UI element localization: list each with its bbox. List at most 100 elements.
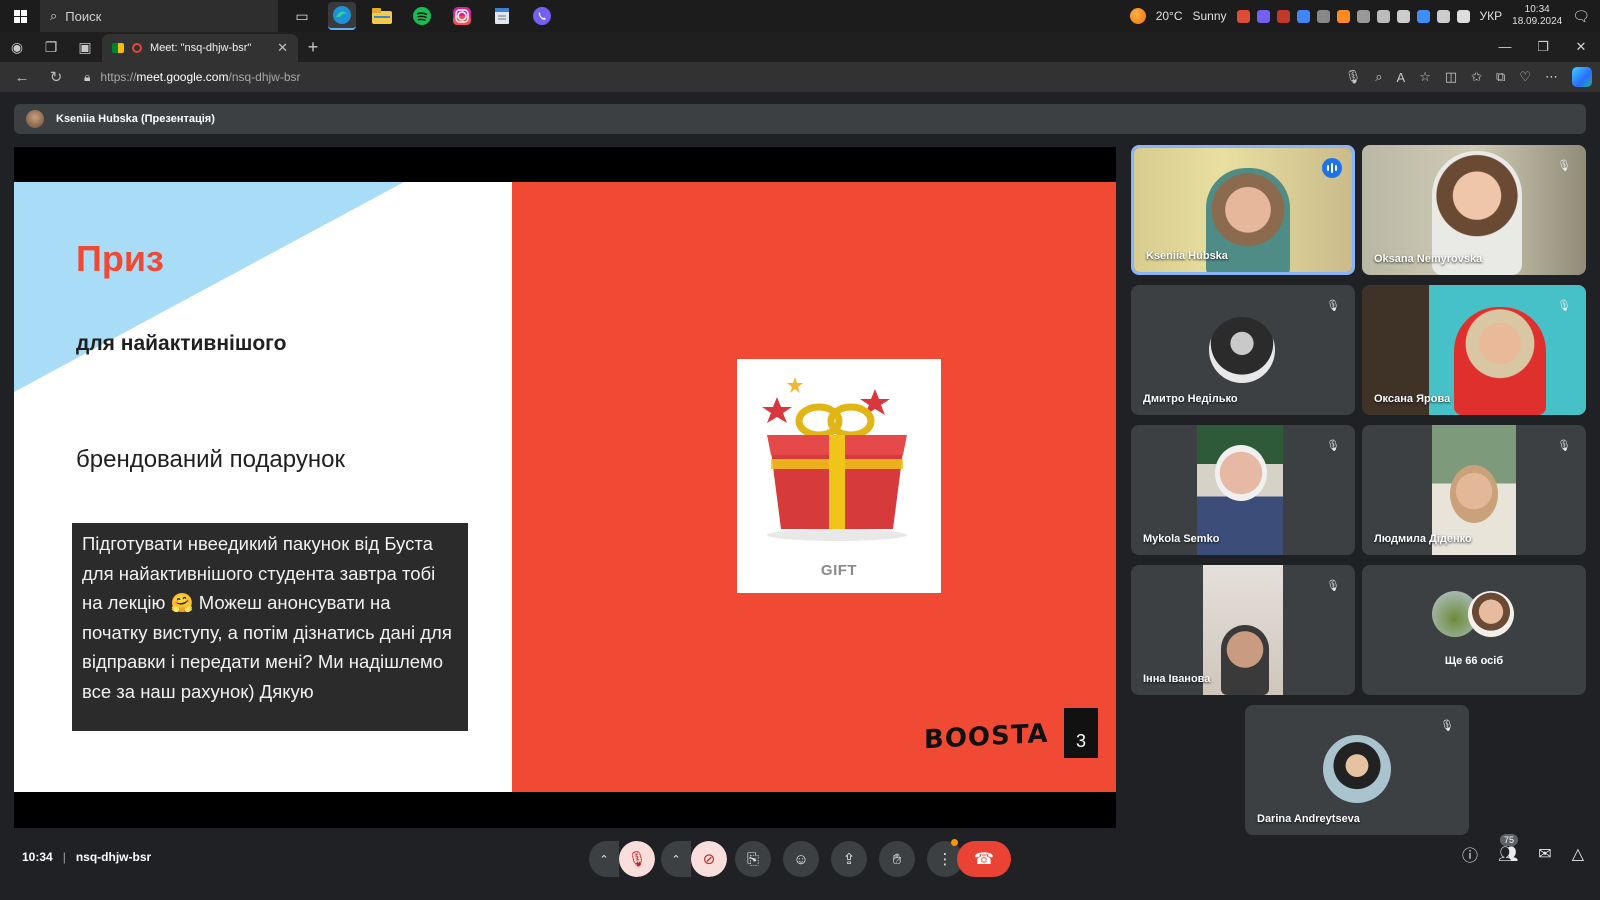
participant-figure bbox=[1221, 625, 1269, 695]
participant-tile[interactable]: 🎙︎ Людмила Діденко bbox=[1362, 425, 1586, 555]
meeting-time: 10:34 bbox=[22, 850, 53, 864]
participant-name: Kseniia Hubska bbox=[1146, 250, 1228, 262]
tray-app-icon[interactable] bbox=[1236, 9, 1250, 23]
weather-icon bbox=[1129, 8, 1146, 24]
emoji-reaction-button[interactable]: ☺ bbox=[783, 841, 819, 877]
notifications-icon[interactable]: 🗨 bbox=[1572, 8, 1590, 25]
weather-condition[interactable]: Sunny bbox=[1193, 9, 1227, 23]
leave-call-button[interactable]: ☎︎ bbox=[957, 841, 1011, 877]
activities-icon[interactable]: △ bbox=[1572, 844, 1584, 864]
presentation-stage[interactable]: Приз для найактивнішого брендований пода… bbox=[14, 147, 1116, 828]
new-tab-button[interactable]: + bbox=[298, 37, 328, 58]
more-participants-tile[interactable]: Ще 66 осіб bbox=[1362, 565, 1586, 695]
participant-tile[interactable]: 🎙︎ Дмитро Неділько bbox=[1131, 285, 1355, 415]
slide-right-panel: GIFT BOOSTA 3 bbox=[512, 182, 1116, 792]
gift-box-icon bbox=[762, 377, 907, 541]
camera-control: ⌃ ⊘ bbox=[661, 841, 727, 877]
present-screen-button[interactable]: ⇪ bbox=[831, 841, 867, 877]
back-icon[interactable]: ← bbox=[8, 64, 36, 90]
recording-indicator-icon bbox=[132, 43, 142, 53]
people-icon: 👥︎ bbox=[1497, 846, 1519, 863]
raise-hand-button[interactable]: ✋︎ bbox=[879, 841, 915, 877]
tray-chrome-icon[interactable] bbox=[1296, 9, 1310, 23]
audio-settings-caret-icon[interactable]: ⌃ bbox=[589, 841, 619, 877]
language-indicator[interactable]: УКР bbox=[1480, 9, 1503, 23]
tray-viber-icon[interactable] bbox=[1256, 9, 1270, 23]
captions-button[interactable]: ⎘ bbox=[735, 841, 771, 877]
slide-left-panel: Приз для найактивнішого брендований пода… bbox=[14, 182, 512, 792]
browser-tab-bar: ◉ ❐ ▣ Meet: "nsq-dhjw-bsr" ✕ + — ❐ ✕ bbox=[0, 32, 1600, 62]
taskbar-search[interactable]: ⌕ Поиск bbox=[40, 0, 278, 32]
meeting-code: nsq-dhjw-bsr bbox=[75, 850, 152, 864]
favorites-icon[interactable]: ✩ bbox=[1471, 69, 1482, 85]
battery-icon[interactable] bbox=[1456, 9, 1470, 23]
microphone-permission-icon[interactable]: 🎙︎ bbox=[1345, 69, 1362, 85]
browser-essentials-icon[interactable]: ♡ bbox=[1519, 69, 1531, 85]
meet-controls-bar: 10:34 | nsq-dhjw-bsr ⌃ 🎙︎ ⌃ ⊘ ⎘ ☺ ⇪ ✋︎ ⋮… bbox=[0, 832, 1600, 900]
tray-shield-icon[interactable] bbox=[1276, 9, 1290, 23]
microphone-icon[interactable] bbox=[1376, 9, 1390, 23]
split-screen-icon[interactable]: ◫ bbox=[1445, 69, 1457, 85]
more-menu-icon[interactable]: ⋯ bbox=[1545, 69, 1558, 85]
wifi-icon[interactable] bbox=[1396, 9, 1410, 23]
url-field[interactable]: 🔒︎ https://meet.google.com/nsq-dhjw-bsr bbox=[84, 70, 301, 85]
participant-avatar bbox=[1323, 735, 1391, 803]
minimize-icon[interactable]: — bbox=[1486, 39, 1524, 55]
file-explorer-icon[interactable] bbox=[368, 2, 396, 30]
viber-icon[interactable] bbox=[528, 2, 556, 30]
address-bar: ← ↻ 🔒︎ https://meet.google.com/nsq-dhjw-… bbox=[0, 62, 1600, 92]
people-button[interactable]: 👥︎ 75 bbox=[1497, 834, 1519, 864]
participant-tile[interactable]: Kseniia Hubska bbox=[1131, 145, 1355, 275]
spotify-icon[interactable] bbox=[408, 2, 436, 30]
tab-meet[interactable]: Meet: "nsq-dhjw-bsr" ✕ bbox=[102, 34, 298, 62]
presenter-label: Kseniia Hubska (Презентація) bbox=[56, 113, 215, 125]
edge-icon[interactable] bbox=[328, 2, 356, 30]
tab-actions-icon[interactable]: ▣ bbox=[68, 32, 102, 62]
presenter-avatar bbox=[26, 110, 44, 128]
video-settings-caret-icon[interactable]: ⌃ bbox=[661, 841, 691, 877]
restore-icon[interactable]: ❐ bbox=[1524, 39, 1562, 55]
lock-icon[interactable]: 🔒︎ bbox=[84, 70, 90, 85]
participant-tile[interactable]: 🎙︎ Оксана Ярова bbox=[1362, 285, 1586, 415]
participant-tile[interactable]: 🎙︎ Darina Andreytseva bbox=[1245, 705, 1469, 835]
participant-name: Людмила Діденко bbox=[1374, 533, 1472, 545]
slide-note-box: Підготувати нвеедикий пакунок від Буста … bbox=[72, 523, 468, 731]
slide-page-number: 3 bbox=[1064, 708, 1098, 758]
copilot-icon[interactable] bbox=[1572, 67, 1592, 87]
participant-tile[interactable]: 🎙︎ Oksana Nemyrovska bbox=[1362, 145, 1586, 275]
bluetooth-icon[interactable] bbox=[1416, 9, 1430, 23]
participant-name: Darina Andreytseva bbox=[1257, 813, 1360, 825]
volume-muted-icon[interactable] bbox=[1436, 9, 1450, 23]
participant-tile[interactable]: 🎙︎ Mykola Semko bbox=[1131, 425, 1355, 555]
notepad-icon[interactable] bbox=[488, 2, 516, 30]
close-tab-icon[interactable]: ✕ bbox=[277, 40, 288, 56]
profile-icon[interactable]: ◉ bbox=[0, 32, 34, 62]
taskbar-clock[interactable]: 10:34 18.09.2024 bbox=[1512, 4, 1562, 28]
read-aloud-icon[interactable]: A bbox=[1397, 70, 1406, 85]
mic-off-button[interactable]: 🎙︎ bbox=[619, 841, 655, 877]
tray-app-icon[interactable] bbox=[1356, 9, 1370, 23]
favorite-star-icon[interactable]: ☆ bbox=[1419, 69, 1431, 85]
instagram-icon[interactable] bbox=[448, 2, 476, 30]
zoom-icon[interactable]: ⌕ bbox=[1375, 69, 1382, 85]
clock-time: 10:34 bbox=[1524, 4, 1550, 15]
tray-app-icon[interactable] bbox=[1336, 9, 1350, 23]
participant-tile[interactable]: 🎙︎ Інна Іванова bbox=[1131, 565, 1355, 695]
weather-temp[interactable]: 20°C bbox=[1156, 9, 1183, 23]
speaking-indicator-icon bbox=[1322, 158, 1342, 178]
mic-off-icon: 🎙︎ bbox=[1440, 719, 1454, 732]
refresh-icon[interactable]: ↻ bbox=[42, 64, 70, 90]
windows-start-icon[interactable] bbox=[0, 0, 40, 32]
tray-app-icon[interactable] bbox=[1316, 9, 1330, 23]
collections-icon[interactable]: ⧉ bbox=[1496, 69, 1505, 85]
workspaces-icon[interactable]: ❐ bbox=[34, 32, 68, 62]
close-window-icon[interactable]: ✕ bbox=[1562, 39, 1600, 55]
slide-title: Приз bbox=[76, 238, 164, 279]
participant-name: Oksana Nemyrovska bbox=[1374, 253, 1483, 265]
meeting-details-icon[interactable]: ⓘ bbox=[1462, 842, 1478, 866]
camera-off-button[interactable]: ⊘ bbox=[691, 841, 727, 877]
task-view-icon[interactable]: ▭ bbox=[288, 2, 316, 30]
chat-icon[interactable]: ✉︎ bbox=[1538, 844, 1551, 864]
slide-gift-text: брендований подарунок bbox=[76, 446, 345, 473]
meeting-info-separator: | bbox=[62, 850, 66, 864]
